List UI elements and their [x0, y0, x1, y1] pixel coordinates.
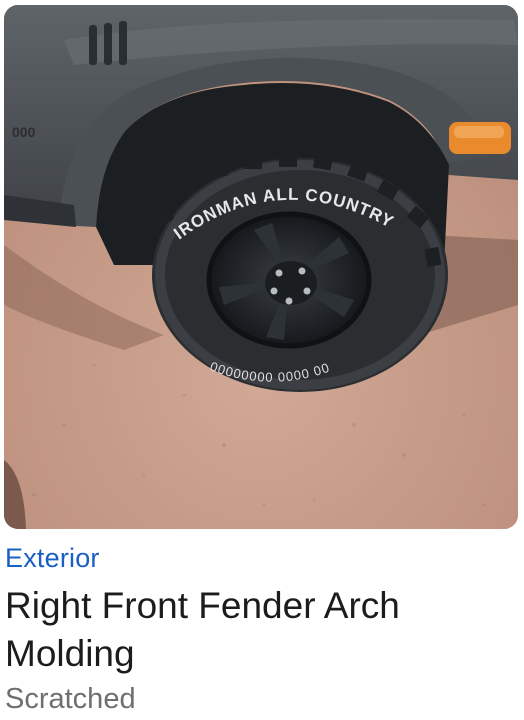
damage-status: Scratched: [5, 683, 136, 715]
vehicle-photo-image: 000 IRONMAN ALL COUNTRY 00000000 0000 00: [4, 5, 518, 529]
damage-item-card[interactable]: 000 IRONMAN ALL COUNTRY 00000000 0000 00…: [0, 0, 524, 720]
svg-text:000: 000: [12, 124, 36, 140]
item-title: Right Front Fender Arch Molding: [5, 585, 400, 674]
category-link[interactable]: Exterior: [5, 541, 100, 575]
vehicle-photo[interactable]: 000 IRONMAN ALL COUNTRY 00000000 0000 00: [4, 5, 518, 529]
